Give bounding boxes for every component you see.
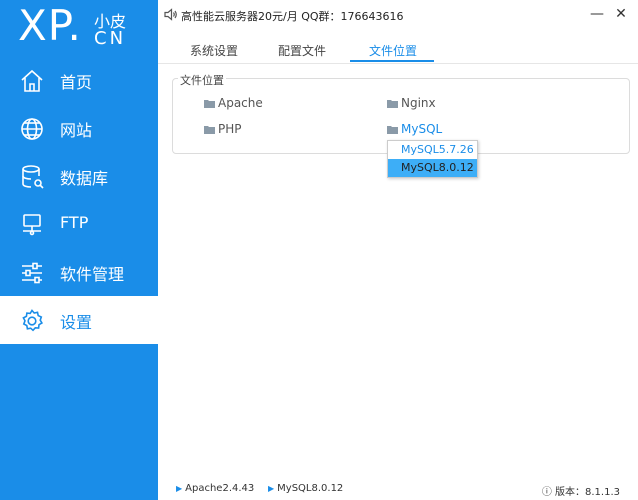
folder-label-php: PHP <box>218 122 242 136</box>
logo: XP. 小皮 CN <box>0 0 158 56</box>
folder-icon <box>204 126 215 134</box>
group-title: 文件位置 <box>178 72 226 88</box>
folder-label-apache: Apache <box>218 96 263 110</box>
close-icon: ✕ <box>615 6 627 22</box>
folder-php[interactable]: PHP <box>204 122 242 136</box>
minimize-button[interactable]: — <box>588 4 606 24</box>
folder-label-mysql: MySQL <box>401 122 443 136</box>
folder-icon <box>387 100 398 108</box>
nav-item-ftp[interactable]: FTP <box>0 200 158 248</box>
sliders-icon <box>22 262 42 284</box>
close-button[interactable]: ✕ <box>612 4 630 24</box>
tab-divider <box>158 63 638 64</box>
play-icon: ▶ <box>268 484 275 493</box>
tab-system-settings[interactable]: 系统设置 <box>190 42 238 59</box>
logo-text: XP. <box>18 1 82 50</box>
info-icon: ⓘ <box>541 487 555 498</box>
database-icon <box>22 165 44 189</box>
folder-nginx[interactable]: Nginx <box>387 96 436 110</box>
nav-label-home: 首页 <box>60 73 93 92</box>
nav-item-home[interactable]: 首页 <box>0 56 158 104</box>
play-icon: ▶ <box>176 484 183 493</box>
folder-icon <box>204 100 215 108</box>
logo-cn-suffix: CN <box>94 28 127 49</box>
ftp-server-icon <box>23 214 41 236</box>
nav-item-website[interactable]: 网站 <box>0 104 158 152</box>
version-info: ⓘ 版本：8.1.1.3 <box>542 483 620 498</box>
nav-label-website: 网站 <box>60 121 93 140</box>
mysql-version-dropdown: MySQL5.7.26 MySQL8.0.12 <box>387 140 478 178</box>
status-bar: ▶ Apache2.4.43 ▶ MySQL8.0.12 ⓘ 版本：8.1.1.3 <box>158 480 638 500</box>
main-panel: 高性能云服务器20元/月 QQ群：176643616 — ✕ 系统设置 配置文件… <box>158 0 638 500</box>
speaker-icon <box>164 8 177 21</box>
nav-label-settings: 设置 <box>60 313 93 332</box>
nav-label-software: 软件管理 <box>60 265 125 284</box>
globe-icon <box>21 118 43 140</box>
nav-item-database[interactable]: 数据库 <box>0 152 158 200</box>
dropdown-item-mysql5[interactable]: MySQL5.7.26 <box>388 141 477 159</box>
folder-icon <box>387 126 398 134</box>
tab-config-files[interactable]: 配置文件 <box>278 42 326 59</box>
settings-tabs: 系统设置 配置文件 文件位置 <box>158 36 638 64</box>
status-mysql[interactable]: ▶ MySQL8.0.12 <box>268 483 343 494</box>
status-apache-label: Apache2.4.43 <box>185 483 255 494</box>
tab-file-location[interactable]: 文件位置 <box>369 42 417 59</box>
gear-icon <box>22 309 44 332</box>
promo-notice[interactable]: 高性能云服务器20元/月 QQ群：176643616 <box>181 8 404 24</box>
nav-label-ftp: FTP <box>60 213 89 232</box>
active-tab-indicator <box>350 60 434 62</box>
folder-mysql[interactable]: MySQL <box>387 122 442 136</box>
nav-label-database: 数据库 <box>60 169 109 188</box>
dropdown-item-mysql8[interactable]: MySQL8.0.12 <box>388 159 477 177</box>
version-label: 版本：8.1.1.3 <box>555 487 620 498</box>
sidebar: XP. 小皮 CN 首页 网站 数据库 FTP 软件管理 设置 <box>0 0 158 500</box>
status-apache[interactable]: ▶ Apache2.4.43 <box>176 483 254 494</box>
home-icon <box>21 69 43 92</box>
title-bar: 高性能云服务器20元/月 QQ群：176643616 — ✕ <box>158 0 638 28</box>
nav-item-software[interactable]: 软件管理 <box>0 248 158 296</box>
folder-label-nginx: Nginx <box>401 96 436 110</box>
minimize-icon: — <box>590 6 604 22</box>
folder-apache[interactable]: Apache <box>204 96 263 110</box>
nav-item-settings[interactable]: 设置 <box>0 296 158 344</box>
status-mysql-label: MySQL8.0.12 <box>277 483 344 494</box>
